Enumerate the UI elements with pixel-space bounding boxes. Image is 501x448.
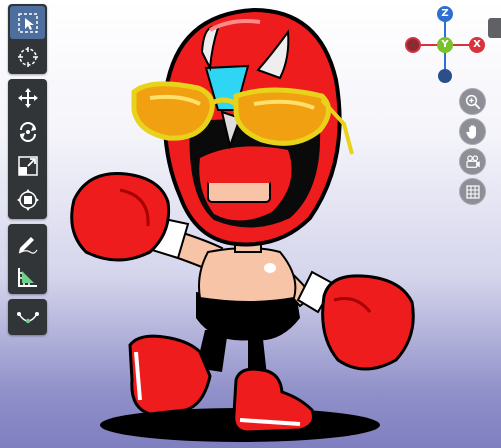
camera-icon: [465, 154, 480, 168]
cursor-icon: [17, 46, 38, 67]
camera-button[interactable]: [459, 148, 486, 175]
rotate-icon: [19, 121, 36, 142]
grid-button[interactable]: [459, 178, 486, 205]
transform-icon: [16, 188, 39, 211]
scale-icon: [17, 155, 38, 176]
move-icon: [17, 87, 38, 108]
transform-tool-button[interactable]: [10, 183, 45, 216]
gizmo-y-axis[interactable]: Y: [437, 37, 453, 53]
navigation-gizmo[interactable]: Z Y X: [400, 4, 490, 84]
annotate-icon: [18, 236, 38, 254]
grid-icon: [465, 184, 480, 199]
shear-icon: [16, 311, 39, 323]
gizmo-z-axis[interactable]: Z: [437, 6, 453, 22]
glove-left: [70, 172, 171, 262]
annotate-tool-button[interactable]: [10, 226, 45, 259]
select-box-tool-button[interactable]: [10, 6, 45, 39]
gizmo-neg-x-handle: [405, 37, 421, 53]
measure-tool-button[interactable]: [10, 260, 45, 293]
measure-icon: [17, 267, 37, 287]
sunglasses-lens-left: [131, 81, 215, 141]
sunglasses-lens-right: [233, 87, 331, 146]
glove-right: [321, 274, 415, 371]
gizmo-neg-z-handle: [438, 69, 452, 83]
pan-button[interactable]: [459, 118, 486, 145]
scale-tool-button[interactable]: [10, 149, 45, 182]
shear-tool-button[interactable]: [10, 301, 45, 334]
zoom-button[interactable]: [459, 88, 486, 115]
toolbar-group-shear: [8, 299, 47, 335]
toolbar-group-transform: [8, 79, 47, 219]
toolbar-group-annotate: [8, 224, 47, 294]
hand-icon: [465, 124, 476, 139]
rotate-tool-button[interactable]: [10, 115, 45, 148]
cursor-tool-button[interactable]: [10, 40, 45, 73]
select-box-icon: [17, 12, 38, 33]
zoom-icon: [465, 94, 480, 109]
torso: [198, 247, 297, 303]
gizmo-x-axis[interactable]: X: [469, 37, 485, 53]
panel-collapse-tab[interactable]: [488, 18, 501, 38]
toolbar-group-select: [8, 4, 47, 74]
boot-left: [128, 334, 212, 416]
move-tool-button[interactable]: [10, 81, 45, 114]
